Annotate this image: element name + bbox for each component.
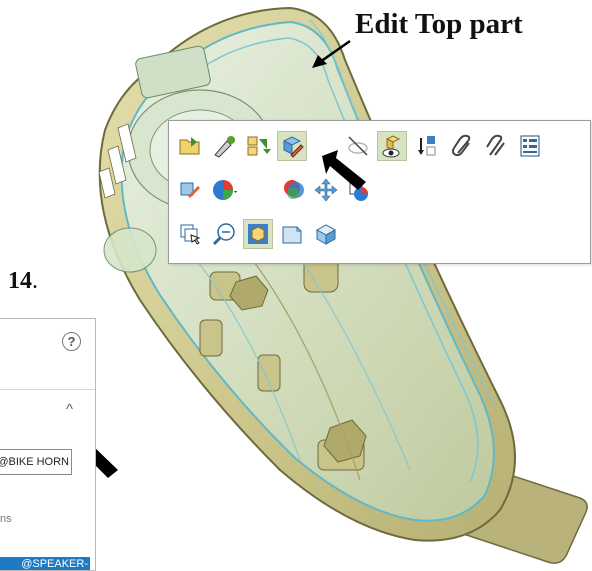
help-icon[interactable]: ? bbox=[62, 332, 81, 351]
collapse-chevron-icon[interactable]: ^ bbox=[66, 401, 73, 418]
change-transparency-icon[interactable] bbox=[279, 175, 309, 205]
select-other-icon[interactable] bbox=[175, 219, 205, 249]
edit-top-part-callout: Edit Top part bbox=[355, 8, 523, 40]
properties-icon[interactable] bbox=[515, 131, 545, 161]
context-toolbar bbox=[168, 120, 591, 264]
property-manager-panel: ? ^ @BIKE HORN ns @SPEAKER- bbox=[0, 318, 96, 571]
mate-icon[interactable] bbox=[481, 131, 511, 161]
step-period: . bbox=[32, 268, 38, 294]
view-shaded-icon[interactable] bbox=[277, 219, 307, 249]
isolate-icon[interactable] bbox=[377, 131, 407, 161]
options-label: ns bbox=[0, 513, 12, 525]
panel-divider bbox=[0, 389, 95, 390]
hide-show-bodies-icon[interactable] bbox=[243, 131, 273, 161]
hide-icon[interactable] bbox=[343, 131, 373, 161]
open-part-icon[interactable] bbox=[175, 131, 205, 161]
zoom-to-selection-icon[interactable] bbox=[209, 219, 239, 249]
view-isometric-icon[interactable] bbox=[311, 219, 341, 249]
attach-icon[interactable] bbox=[447, 131, 477, 161]
bike-horn-assembly[interactable] bbox=[98, 6, 588, 564]
step-number: 14. bbox=[8, 268, 38, 294]
component-appearance-icon[interactable] bbox=[175, 175, 205, 205]
rollback-icon[interactable] bbox=[413, 131, 443, 161]
move-component-icon[interactable] bbox=[311, 175, 341, 205]
component-color-icon[interactable] bbox=[343, 175, 373, 205]
edit-part-icon[interactable] bbox=[277, 131, 307, 161]
reference-component-field[interactable]: @BIKE HORN bbox=[0, 449, 72, 475]
edit-sketch-icon[interactable] bbox=[209, 131, 239, 161]
view-normal-icon[interactable] bbox=[243, 219, 273, 249]
appearances-icon[interactable] bbox=[209, 175, 239, 205]
